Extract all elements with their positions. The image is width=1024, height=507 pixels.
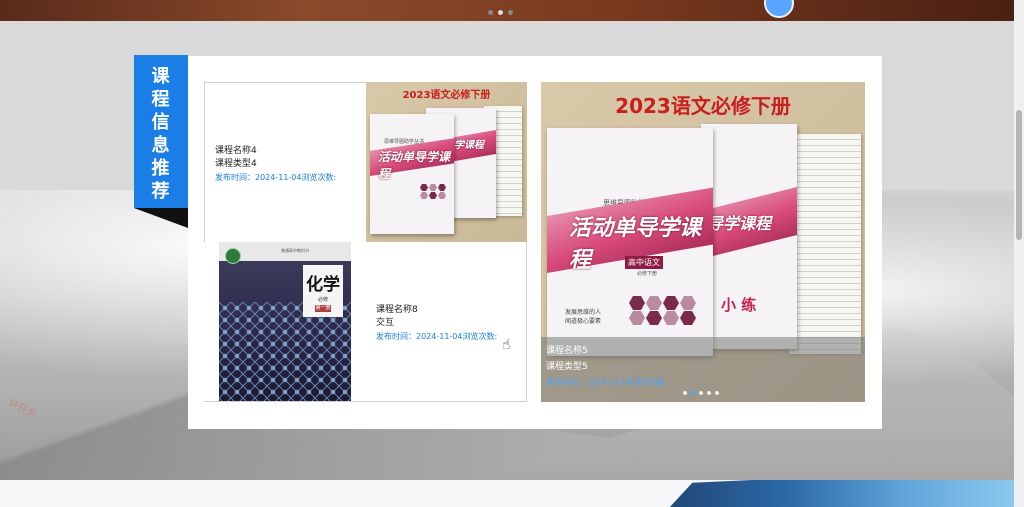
slider-dot-active[interactable]: [691, 391, 695, 395]
slider-dot[interactable]: [715, 391, 719, 395]
banner-dot[interactable]: [508, 10, 513, 15]
course-type: 交互: [376, 318, 395, 328]
section-title: 课 程 信 息 推 荐: [134, 65, 188, 203]
course-type: 课程类型4: [215, 159, 257, 169]
section-title-char: 息: [151, 135, 171, 156]
slider-dot[interactable]: [699, 391, 703, 395]
course-meta: 发布时间：2024-11-04浏览次数:: [215, 173, 337, 182]
featured-answer-sheet: [789, 134, 861, 354]
workbook-front-title: 活动单导学课程: [378, 150, 451, 181]
slider-dot[interactable]: [707, 391, 711, 395]
featured-second-title: 导学课程: [707, 214, 772, 233]
course-meta: 发布时间：2024-11-04浏览次数:: [376, 332, 498, 341]
featured-cover-subject: 高中语文: [625, 256, 663, 269]
banner-pagination[interactable]: [488, 10, 513, 15]
cover-note: 发展思维的人: [565, 309, 602, 316]
workbook-book-front: 思维导图助学丛书 活动单导学课程: [370, 114, 454, 234]
featured-third-label: 小 练: [721, 296, 757, 314]
course-name[interactable]: 课程名称8: [376, 304, 497, 317]
section-title-char: 程: [151, 89, 171, 110]
chem-book-title: 化学: [306, 275, 340, 295]
course-card-8-info: 课程名称8 交互 发布时间：2024-11-04浏览次数:: [376, 304, 497, 343]
featured-book-front: 思维导图助学丛书 活动单导学课程 高中语文 必修下册 发展思维的人 闻道极心要素: [547, 128, 713, 356]
featured-book-right: 导学课程 小 练: [701, 124, 797, 349]
page-scrollbar-track[interactable]: [1014, 0, 1024, 507]
course-card-4-info: 课程名称4 课程类型4 发布时间：2024-11-04浏览次数:: [215, 145, 336, 184]
slider-dot[interactable]: [683, 391, 687, 395]
banner-dot-active[interactable]: [498, 10, 503, 15]
publisher-logo-icon: [225, 248, 241, 264]
workbook-hex-pattern: [420, 184, 450, 199]
featured-cover-grade: 必修下册: [637, 271, 658, 277]
section-title-tag: 课 程 信 息 推 荐: [134, 55, 188, 208]
featured-banner-title: 2023语文必修下册: [615, 94, 791, 118]
featured-course-type: 课程类型5: [546, 362, 588, 372]
featured-course-meta: 发布时间：2024-11-04浏览次数:: [546, 378, 668, 387]
featured-slider-pagination[interactable]: [683, 391, 719, 395]
workbook-banner-title: 2023语文必修下册: [402, 90, 491, 101]
cover-note: 闻道极心要素: [565, 318, 602, 325]
featured-hex-pattern: [629, 296, 703, 325]
featured-course-name[interactable]: 课程名称5: [546, 343, 667, 359]
banner-dot[interactable]: [488, 10, 493, 15]
course-card-8-thumbnail[interactable]: 普通高中教科书 化学 必修 第一册: [219, 242, 351, 401]
section-title-char: 课: [151, 66, 171, 87]
section-title-char: 信: [151, 112, 171, 133]
next-section-decoration: [669, 480, 1014, 507]
featured-caption: 课程名称5 课程类型5 发布时间：2024-11-04浏览次数:: [546, 343, 667, 391]
chem-header-text: 普通高中教科书: [281, 248, 309, 253]
section-title-char: 荐: [151, 181, 171, 202]
featured-cover-notes: 发展思维的人 闻道极心要素: [565, 308, 601, 326]
chem-book-subtitle: 必修: [317, 297, 328, 303]
page-scrollbar-thumb[interactable]: [1016, 110, 1022, 240]
section-title-char: 推: [151, 158, 171, 179]
hand-pointer-cursor-icon: ☝: [502, 337, 511, 353]
course-card-4-thumbnail[interactable]: 2023语文必修下册 导学课程 思维导图助学丛书 活动单导学课程: [366, 82, 527, 242]
chem-book-tag: 第一册: [315, 305, 331, 312]
course-name[interactable]: 课程名称4: [215, 145, 336, 158]
